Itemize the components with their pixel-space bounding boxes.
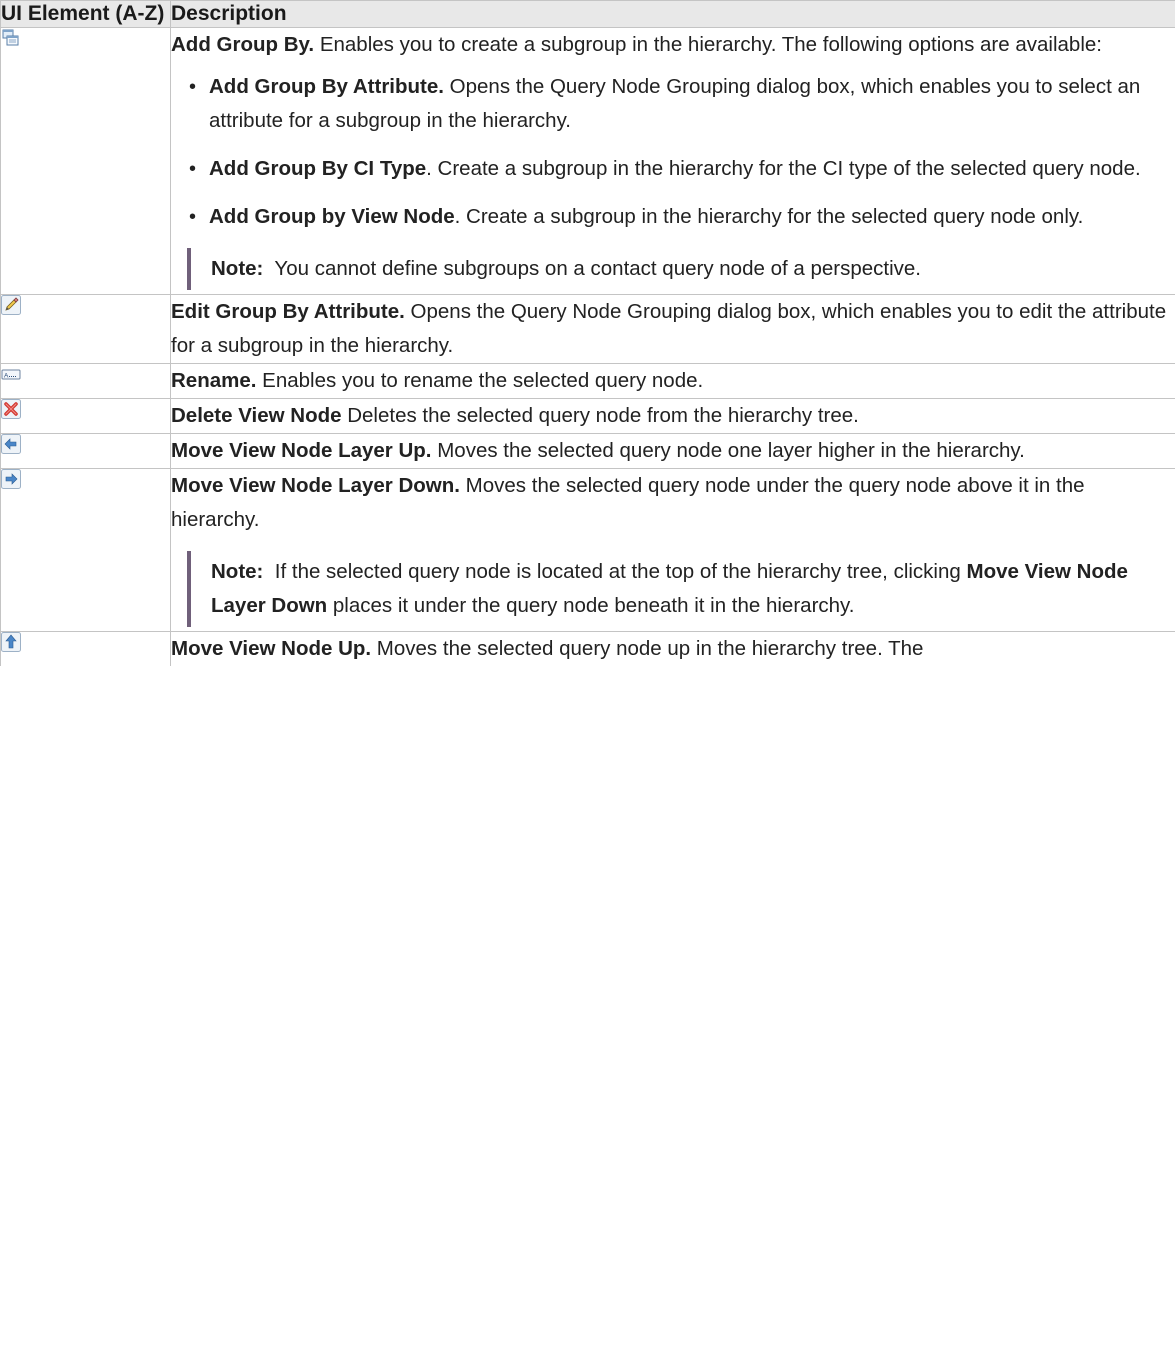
row-description: Move View Node Layer Up. Moves the selec…	[171, 434, 1175, 468]
row-description: Delete View Node Deletes the selected qu…	[171, 399, 1175, 433]
add-group-by-icon	[2, 29, 19, 46]
icon-cell	[0, 631, 171, 666]
note-block: Note: You cannot define subgroups on a c…	[187, 248, 1175, 290]
row-description: Edit Group By Attribute. Opens the Query…	[171, 295, 1175, 363]
description-cell: Add Group By. Enables you to create a su…	[170, 27, 1175, 295]
description-cell: Delete View Node Deletes the selected qu…	[170, 398, 1175, 434]
row-title: Rename.	[171, 369, 257, 392]
delete-x-icon	[1, 399, 21, 419]
row-text: Moves the selected query node up in the …	[371, 637, 924, 660]
table-header-row: UI Element (A-Z) Description	[0, 0, 1175, 28]
option-text: . Create a subgroup in the hierarchy for…	[454, 205, 1084, 228]
note-text: If the selected query node is located at…	[263, 560, 967, 583]
row-title: Move View Node Layer Down.	[171, 474, 460, 497]
icon-cell	[0, 27, 171, 295]
row-description: Move View Node Up. Moves the selected qu…	[171, 632, 1175, 666]
ui-element-column-header: UI Element (A-Z)	[0, 0, 171, 28]
row-title: Add Group By.	[171, 33, 315, 56]
row-text: Enables you to create a subgroup in the …	[314, 33, 1102, 56]
row-description: Rename. Enables you to rename the select…	[171, 364, 1175, 398]
option-title: Add Group By Attribute.	[209, 75, 444, 98]
row-description: Move View Node Layer Down. Moves the sel…	[171, 469, 1175, 537]
table-row: Move View Node Up. Moves the selected qu…	[0, 631, 1175, 666]
list-item: Add Group By CI Type. Create a subgroup …	[187, 152, 1175, 186]
svg-text:A: A	[4, 373, 9, 380]
row-title: Move View Node Up.	[171, 637, 372, 660]
icon-cell	[0, 433, 171, 469]
note-text: places it under the query node beneath i…	[327, 594, 855, 617]
option-title: Add Group by View Node	[209, 205, 455, 228]
row-title: Delete View Node	[171, 404, 342, 427]
list-item: Add Group By Attribute. Opens the Query …	[187, 70, 1175, 138]
row-description: Add Group By. Enables you to create a su…	[171, 28, 1175, 62]
table-row: A Rename. Enables you to rename the sele…	[0, 363, 1175, 399]
icon-cell: A	[0, 363, 171, 399]
options-list: Add Group By Attribute. Opens the Query …	[171, 70, 1175, 234]
description-cell: Move View Node Layer Down. Moves the sel…	[170, 468, 1175, 632]
move-up-icon	[1, 632, 21, 652]
description-column-header: Description	[170, 0, 1175, 28]
note-block: Note: If the selected query node is loca…	[187, 551, 1175, 627]
row-title: Edit Group By Attribute.	[171, 300, 405, 323]
description-cell: Edit Group By Attribute. Opens the Query…	[170, 294, 1175, 364]
note-text: You cannot define subgroups on a contact…	[263, 257, 922, 280]
table-row: Delete View Node Deletes the selected qu…	[0, 398, 1175, 434]
row-title: Move View Node Layer Up.	[171, 439, 432, 462]
edit-pencil-icon	[1, 295, 21, 315]
icon-cell	[0, 468, 171, 632]
row-text: Deletes the selected query node from the…	[341, 404, 859, 427]
note-label: Note:	[211, 257, 264, 280]
table-row: Add Group By. Enables you to create a su…	[0, 27, 1175, 295]
rename-icon: A	[1, 369, 21, 380]
row-text: Enables you to rename the selected query…	[256, 369, 704, 392]
option-title: Add Group By CI Type	[209, 157, 427, 180]
icon-cell	[0, 398, 171, 434]
arrow-right-icon	[1, 469, 21, 489]
ui-elements-table: UI Element (A-Z) Description Add Group B…	[0, 0, 1175, 666]
table-row: Edit Group By Attribute. Opens the Query…	[0, 294, 1175, 364]
description-cell: Move View Node Up. Moves the selected qu…	[170, 631, 1175, 666]
description-cell: Rename. Enables you to rename the select…	[170, 363, 1175, 399]
list-item: Add Group by View Node. Create a subgrou…	[187, 200, 1175, 234]
table-row: Move View Node Layer Up. Moves the selec…	[0, 433, 1175, 469]
row-text: Moves the selected query node one layer …	[431, 439, 1025, 462]
icon-cell	[0, 294, 171, 364]
option-text: . Create a subgroup in the hierarchy for…	[426, 157, 1141, 180]
arrow-left-icon	[1, 434, 21, 454]
description-cell: Move View Node Layer Up. Moves the selec…	[170, 433, 1175, 469]
note-label: Note:	[211, 560, 264, 583]
table-row: Move View Node Layer Down. Moves the sel…	[0, 468, 1175, 632]
